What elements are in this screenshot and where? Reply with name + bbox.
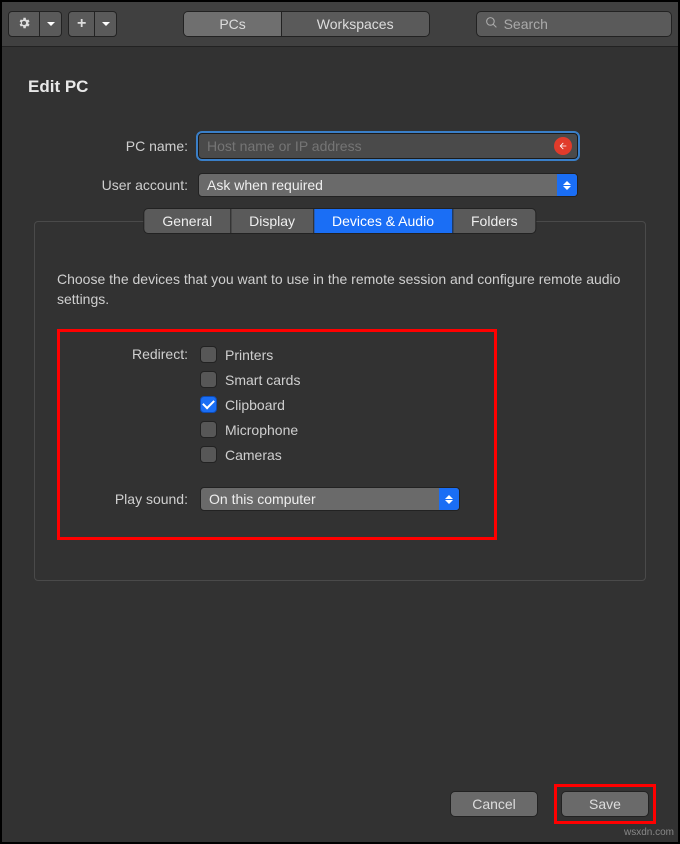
user-account-select[interactable]: Ask when required <box>198 173 578 197</box>
option-label: Printers <box>225 347 273 363</box>
option-label: Smart cards <box>225 372 300 388</box>
option-label: Clipboard <box>225 397 285 413</box>
pc-name-label: PC name: <box>20 138 198 154</box>
checkbox[interactable] <box>200 396 217 413</box>
select-stepper-icon <box>557 174 577 196</box>
search-icon <box>485 16 498 32</box>
checkbox[interactable] <box>200 346 217 363</box>
cancel-button[interactable]: Cancel <box>450 791 538 817</box>
redirect-options: Printers Smart cards Clipboard Microphon… <box>200 346 300 463</box>
select-stepper-icon <box>439 488 459 510</box>
pc-name-row: PC name: <box>20 133 660 159</box>
user-account-row: User account: Ask when required <box>20 173 660 197</box>
watermark: wsxdn.com <box>624 827 674 838</box>
add-button-group: + <box>68 11 117 37</box>
play-sound-value: On this computer <box>209 491 316 507</box>
add-button[interactable]: + <box>68 11 95 37</box>
segment-pcs[interactable]: PCs <box>184 12 281 36</box>
chevron-down-icon <box>47 22 55 26</box>
search-field[interactable]: Search <box>476 11 672 37</box>
highlight-box-redirect: Redirect: Printers Smart cards Clipboard <box>57 329 497 540</box>
plus-icon: + <box>77 15 86 33</box>
settings-menu-button[interactable] <box>40 11 62 37</box>
tab-devices-audio[interactable]: Devices & Audio <box>314 209 453 233</box>
play-sound-label: Play sound: <box>80 491 200 507</box>
segment-workspaces[interactable]: Workspaces <box>282 12 429 36</box>
tab-folders[interactable]: Folders <box>453 209 536 233</box>
tab-general[interactable]: General <box>144 209 231 233</box>
play-sound-row: Play sound: On this computer <box>80 487 474 511</box>
play-sound-select[interactable]: On this computer <box>200 487 460 511</box>
error-indicator[interactable] <box>554 137 572 155</box>
settings-button[interactable] <box>8 11 40 37</box>
section-tabs: General Display Devices & Audio Folders <box>143 208 536 234</box>
highlight-box-save: Save <box>554 784 656 824</box>
chevron-down-icon <box>102 22 110 26</box>
checkbox[interactable] <box>200 421 217 438</box>
pc-name-input[interactable] <box>198 133 578 159</box>
sheet-title: Edit PC <box>28 77 660 97</box>
redirect-microphone[interactable]: Microphone <box>200 421 300 438</box>
redirect-smart-cards[interactable]: Smart cards <box>200 371 300 388</box>
pc-name-input-wrap <box>198 133 578 159</box>
option-label: Microphone <box>225 422 298 438</box>
tab-display[interactable]: Display <box>231 209 314 233</box>
redirect-printers[interactable]: Printers <box>200 346 300 363</box>
checkbox[interactable] <box>200 446 217 463</box>
settings-panel: General Display Devices & Audio Folders … <box>34 221 646 581</box>
option-label: Cameras <box>225 447 282 463</box>
view-segmented-control: PCs Workspaces <box>183 11 429 37</box>
checkbox[interactable] <box>200 371 217 388</box>
gear-icon <box>17 16 31 33</box>
redirect-label: Redirect: <box>80 346 200 362</box>
user-account-label: User account: <box>20 177 198 193</box>
add-menu-button[interactable] <box>95 11 117 37</box>
redirect-clipboard[interactable]: Clipboard <box>200 396 300 413</box>
toolbar: + PCs Workspaces Search <box>2 2 678 47</box>
settings-button-group <box>8 11 62 37</box>
search-placeholder: Search <box>504 16 548 32</box>
user-account-value: Ask when required <box>207 177 323 193</box>
redirect-cameras[interactable]: Cameras <box>200 446 300 463</box>
edit-pc-sheet: Edit PC PC name: User account: Ask when … <box>2 47 678 581</box>
arrow-left-icon <box>558 138 568 154</box>
panel-description: Choose the devices that you want to use … <box>57 270 623 309</box>
save-button[interactable]: Save <box>561 791 649 817</box>
dialog-footer: Cancel Save <box>450 784 656 824</box>
redirect-row: Redirect: Printers Smart cards Clipboard <box>80 346 474 463</box>
